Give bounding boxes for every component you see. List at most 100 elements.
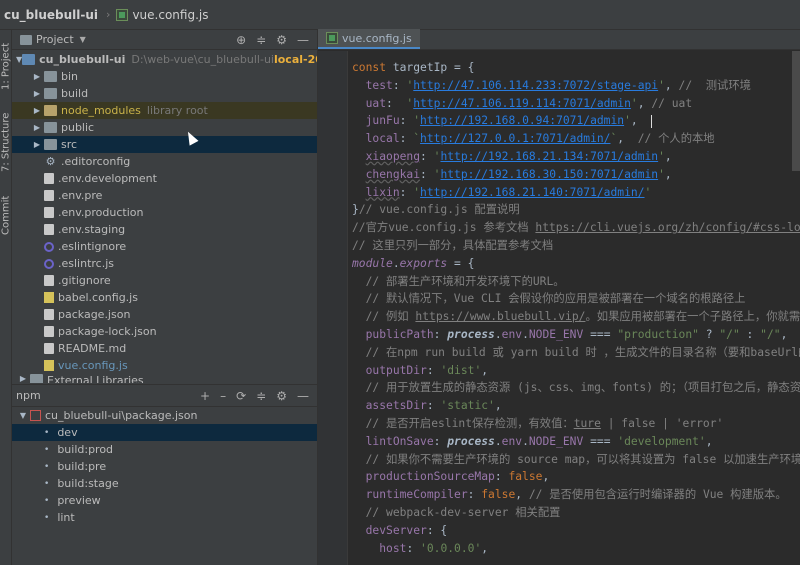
npm-script-item[interactable]: • lint (12, 509, 317, 526)
chevron-right-icon[interactable]: ▶ (16, 374, 30, 383)
chevron-down-icon[interactable]: ▼ (16, 411, 30, 420)
tree-item[interactable]: ▼ cu_bluebull-ui D:\web-vue\cu_bluebull-ui… (12, 51, 317, 68)
folder-icon (44, 88, 57, 99)
tree-item-label: .eslintrc.js (58, 257, 115, 270)
breadcrumb-separator: › (106, 8, 111, 21)
npm-script-item[interactable]: • build:pre (12, 458, 317, 475)
tree-item[interactable]: .env.pre (12, 187, 317, 204)
npm-package-node[interactable]: ▼ cu_bluebull-ui\package.json (12, 407, 317, 424)
tree-item[interactable]: ▶ build (12, 85, 317, 102)
tree-item[interactable]: package-lock.json (12, 323, 317, 340)
tree-item[interactable]: ▶ node_modules library root (12, 102, 317, 119)
npm-package-label: cu_bluebull-ui\package.json (45, 409, 198, 422)
code-line: }// vue.config.js 配置说明 (352, 203, 520, 217)
script-dot-icon: • (44, 512, 50, 523)
hide-icon[interactable]: — (297, 33, 309, 47)
tree-item[interactable]: package.json (12, 306, 317, 323)
tree-item[interactable]: ▶ bin (12, 68, 317, 85)
editor: vue.config.js const targetIp = { test: '… (318, 29, 800, 565)
file-icon (44, 190, 54, 201)
tool-tab-structure-label: 7: Structure (0, 112, 12, 172)
add-icon[interactable]: + (200, 389, 210, 403)
editor-tab-vue-config[interactable]: vue.config.js (318, 29, 420, 49)
tree-item-branch: local-2025- (273, 53, 317, 66)
tool-tab-project[interactable]: 1: Project (0, 34, 12, 98)
tree-item-label: src (61, 138, 78, 151)
file-icon (44, 343, 54, 354)
tool-tab-project-label: 1: Project (0, 42, 12, 90)
tree-item-label: bin (61, 70, 79, 83)
npm-script-label: build:prod (57, 443, 114, 456)
tree-item[interactable]: README.md (12, 340, 317, 357)
code-line: // 这里只列一部分，具体配置参考文档 (352, 238, 554, 252)
code-line: // 如果你不需要生产环境的 source map，可以将其设置为 false … (365, 452, 800, 466)
breadcrumb-file-label: vue.config.js (132, 7, 209, 22)
project-panel: Project ▼ ⊕ ≑ ⚙ — ▼ cu_bluebull-ui D:\web-… (12, 30, 318, 384)
tree-item[interactable]: babel.config.js (12, 289, 317, 306)
chevron-right-icon[interactable]: ▶ (30, 123, 44, 132)
chevron-right-icon[interactable]: ▶ (30, 140, 44, 149)
chevron-right-icon[interactable]: ▶ (30, 72, 44, 81)
tool-tab-commit[interactable]: Commit (0, 190, 12, 240)
collapse-all-icon[interactable]: ≑ (256, 33, 266, 47)
folder-icon (44, 139, 57, 150)
npm-script-label: preview (57, 494, 101, 507)
script-dot-icon: • (44, 427, 50, 438)
tool-tab-commit-label: Commit (0, 195, 12, 235)
tree-item[interactable]: .eslintrc.js (12, 255, 317, 272)
tree-item[interactable]: .env.development (12, 170, 317, 187)
hide-icon[interactable]: — (297, 389, 309, 403)
file-icon (44, 309, 54, 320)
npm-script-item[interactable]: • build:prod (12, 441, 317, 458)
npm-script-item[interactable]: • dev (12, 424, 317, 441)
code-line: // 默认情况下，Vue CLI 会假设你的应用是被部署在一个域名的根路径上 (365, 292, 746, 306)
gear-icon[interactable]: ⚙ (276, 389, 287, 403)
tree-item-label: public (61, 121, 95, 134)
left-tool-strip: 1: Project 7: Structure Commit (0, 30, 12, 565)
project-view-selector[interactable]: Project (36, 33, 74, 46)
tree-item-hint: D:\web-vue\cu_bluebull-ui (131, 53, 274, 66)
tree-item-label: .env.production (58, 206, 144, 219)
tree-item-label: .env.development (58, 172, 157, 185)
tree-item-label: .gitignore (58, 274, 111, 287)
tree-item-label: External Libraries (47, 374, 144, 383)
breadcrumb-file[interactable]: vue.config.js (116, 8, 208, 22)
tree-item[interactable]: .gitignore (12, 272, 317, 289)
npm-panel: npm + – ⟳ ≑ ⚙ — ▼ cu_bluebull-ui\package… (12, 384, 318, 565)
tree-item-label: .env.pre (58, 189, 103, 202)
editor-tab-label: vue.config.js (342, 31, 412, 45)
npm-script-label: build:stage (57, 477, 119, 490)
tree-item[interactable]: .eslintignore (12, 238, 317, 255)
locate-icon[interactable]: ⊕ (236, 33, 246, 47)
chevron-right-icon[interactable]: ▶ (30, 89, 44, 98)
code-line: // webpack-dev-server 相关配置 (365, 505, 561, 519)
gear-icon[interactable]: ⚙ (276, 33, 287, 47)
chevron-right-icon[interactable]: ▶ (30, 106, 44, 115)
code-area[interactable]: const targetIp = { test: 'http://47.106.… (352, 51, 800, 565)
code-line: lixin: 'http://192.168.21.140:7071/admin… (365, 185, 652, 199)
chevron-down-icon[interactable]: ▼ (80, 35, 86, 44)
code-line: chengkai: 'http://192.168.30.150:7071/ad… (365, 167, 672, 181)
tree-item[interactable]: .env.staging (12, 221, 317, 238)
tree-item[interactable]: ▶ public (12, 119, 317, 136)
collapse-all-icon[interactable]: ≑ (256, 389, 266, 403)
editor-gutter (318, 51, 348, 565)
tree-item[interactable]: ▶ src (12, 136, 317, 153)
code-line: host: '0.0.0.0', (379, 541, 489, 555)
file-icon (44, 224, 54, 235)
tree-item[interactable]: .env.production (12, 204, 317, 221)
reload-icon[interactable]: ⟳ (236, 389, 246, 403)
npm-script-item[interactable]: • preview (12, 492, 317, 509)
file-icon (44, 275, 54, 286)
tool-tab-structure[interactable]: 7: Structure (0, 106, 12, 178)
minus-icon[interactable]: – (220, 389, 226, 403)
breadcrumb-project[interactable]: cu_bluebull-ui (0, 8, 104, 22)
npm-script-item[interactable]: • build:stage (12, 475, 317, 492)
tree-item[interactable]: ⚙ .editorconfig (12, 153, 317, 170)
tree-item[interactable]: ▶ External Libraries (12, 374, 317, 383)
tree-item[interactable]: vue.config.js (12, 357, 317, 374)
tree-item-label: .env.staging (58, 223, 126, 236)
folder-icon (44, 71, 57, 82)
tree-item-label: package.json (58, 308, 131, 321)
